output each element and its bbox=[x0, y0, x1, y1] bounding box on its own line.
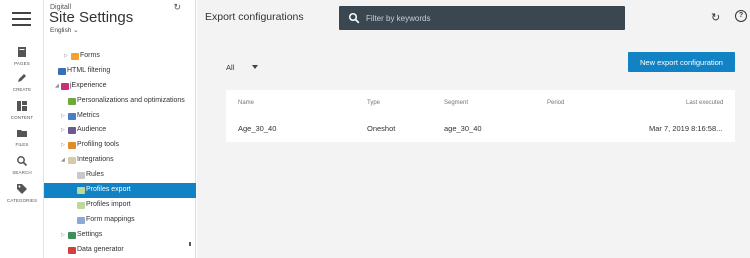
folder-icon bbox=[17, 130, 27, 137]
search-bar[interactable] bbox=[339, 6, 625, 30]
tag-icon bbox=[17, 184, 27, 194]
tree-item-html-filtering[interactable]: HTML filtering bbox=[44, 64, 196, 79]
tree-item-label: Profiling tools bbox=[77, 141, 120, 149]
html-filtering-icon bbox=[58, 67, 66, 75]
search-icon bbox=[348, 12, 360, 24]
expand-arrow-icon[interactable]: ▷ bbox=[61, 138, 65, 153]
new-export-configuration-button[interactable]: New export configuration bbox=[628, 52, 735, 72]
cell-segment: age_30_40 bbox=[444, 124, 482, 133]
column-header-last-executed[interactable]: Last executed bbox=[686, 100, 723, 106]
tree-item-label: Settings bbox=[77, 230, 103, 238]
search-icon bbox=[17, 156, 28, 167]
column-header-period[interactable]: Period bbox=[547, 100, 564, 106]
tree-item-profiles-import[interactable]: Profiles import bbox=[44, 198, 196, 213]
collapse-arrow-icon[interactable]: ◢ bbox=[55, 79, 59, 94]
tree-item-personalizations[interactable]: Personalizations and optimizations bbox=[44, 94, 196, 109]
rail-item-pages[interactable]: PAGES bbox=[0, 46, 44, 66]
form-mappings-icon bbox=[77, 216, 85, 224]
pencil-icon bbox=[18, 74, 26, 82]
tree-item-label: Form mappings bbox=[86, 215, 135, 223]
expand-arrow-icon[interactable]: ▷ bbox=[61, 109, 65, 124]
tree-item-label: Integrations bbox=[77, 156, 114, 164]
jexperience-icon bbox=[61, 82, 69, 90]
profiles-import-icon bbox=[77, 201, 85, 209]
rail-label: PAGES bbox=[14, 61, 30, 66]
rules-icon bbox=[77, 172, 85, 180]
integrations-icon bbox=[68, 157, 76, 165]
forms-icon bbox=[71, 53, 79, 60]
tree-item-label: jExperience bbox=[70, 81, 107, 89]
left-rail: PAGES CREATE CONTENT FILES SEARCH CATEGO… bbox=[0, 0, 44, 258]
refresh-icon[interactable]: ↻ bbox=[711, 11, 720, 24]
tree-item-forms[interactable]: ▷ Forms bbox=[44, 49, 196, 64]
column-header-type[interactable]: Type bbox=[367, 100, 380, 106]
caret-down-icon bbox=[252, 65, 258, 69]
rail-item-content[interactable]: CONTENT bbox=[0, 100, 44, 120]
tree-item-label: Profiles export bbox=[86, 186, 131, 194]
language-label: English bbox=[50, 27, 72, 34]
rail-label: CONTENT bbox=[10, 115, 34, 120]
tree-item-label: Personalizations and optimizations bbox=[77, 96, 185, 104]
page-header: Export configurations ↻ ? bbox=[197, 0, 750, 35]
site-settings-title: Site Settings bbox=[49, 9, 134, 26]
tree-item-label: Rules bbox=[86, 171, 104, 179]
rail-label: CATEGORIES bbox=[6, 198, 38, 203]
rail-label: CREATE bbox=[12, 87, 32, 92]
export-configurations-table: Name Type Segment Period Last executed A… bbox=[226, 90, 735, 142]
tree-refresh-icon[interactable]: ↻ bbox=[173, 2, 181, 13]
tree-item-label: HTML filtering bbox=[67, 66, 111, 74]
tree-item-profiles-export[interactable]: Profiles export bbox=[44, 183, 196, 198]
tree-item-settings[interactable]: ▷ Settings bbox=[44, 228, 196, 243]
filter-dropdown[interactable]: All bbox=[226, 63, 258, 72]
personalizations-icon bbox=[68, 97, 76, 105]
main-content: All New export configuration Name Type S… bbox=[197, 35, 750, 258]
content-grid-icon bbox=[17, 101, 27, 111]
tree-item-label: Profiles import bbox=[86, 200, 131, 208]
column-header-segment[interactable]: Segment bbox=[444, 100, 468, 106]
tree-item-form-mappings[interactable]: Form mappings bbox=[44, 213, 196, 228]
chevron-down-icon: ⌄ bbox=[73, 27, 79, 34]
site-tree-panel: Digitall Site Settings English ⌄ ↻ ▷ For… bbox=[44, 0, 196, 258]
expand-arrow-icon[interactable]: ▷ bbox=[61, 228, 65, 243]
cell-name: Age_30_40 bbox=[238, 124, 277, 133]
rail-item-search[interactable]: SEARCH bbox=[0, 155, 44, 175]
search-input[interactable] bbox=[366, 10, 616, 26]
hamburger-menu-icon[interactable] bbox=[12, 12, 31, 26]
rail-item-categories[interactable]: CATEGORIES bbox=[0, 183, 44, 203]
tree-item-jexperience[interactable]: ◢ jExperience bbox=[44, 79, 196, 94]
expand-arrow-icon[interactable]: ▷ bbox=[61, 123, 65, 138]
scrollbar-thumb[interactable] bbox=[189, 242, 191, 246]
tree-item-rules[interactable]: Rules bbox=[44, 168, 196, 183]
tree-item-metrics[interactable]: ▷ Metrics bbox=[44, 109, 196, 124]
metrics-icon bbox=[68, 112, 76, 120]
column-header-name[interactable]: Name bbox=[238, 100, 254, 106]
language-selector[interactable]: English ⌄ bbox=[50, 26, 79, 34]
rail-label: SEARCH bbox=[12, 170, 32, 175]
tree-item-profiling-tools[interactable]: ▷ Profiling tools bbox=[44, 138, 196, 153]
tree-item-label: Audience bbox=[77, 126, 107, 134]
collapse-arrow-icon[interactable]: ◢ bbox=[61, 153, 65, 168]
tree-item-label: Data generator bbox=[77, 245, 124, 253]
cell-type: Oneshot bbox=[367, 124, 396, 133]
profiles-export-icon bbox=[77, 187, 85, 195]
cell-last-executed: Mar 7, 2019 8:16:58... bbox=[649, 124, 723, 133]
pages-icon bbox=[18, 47, 26, 57]
profiling-tools-icon bbox=[68, 142, 76, 150]
rail-label: FILES bbox=[15, 142, 29, 147]
rail-item-create[interactable]: CREATE bbox=[0, 72, 44, 92]
tree-item-label: Metrics bbox=[77, 111, 100, 119]
settings-icon bbox=[68, 231, 76, 239]
filter-selected-value: All bbox=[226, 63, 235, 72]
tree-item-data-generator[interactable]: Data generator bbox=[44, 243, 196, 258]
rail-item-files[interactable]: FILES bbox=[0, 127, 44, 147]
tree-item-audience[interactable]: ▷ Audience bbox=[44, 123, 196, 138]
audience-icon bbox=[68, 127, 76, 135]
tree-item-integrations[interactable]: ◢ Integrations bbox=[44, 153, 196, 168]
help-icon[interactable]: ? bbox=[735, 10, 747, 22]
expand-arrow-icon[interactable]: ▷ bbox=[64, 49, 68, 64]
tree-item-label: Forms bbox=[80, 52, 100, 59]
page-title: Export configurations bbox=[205, 11, 304, 23]
settings-tree: ▷ Forms HTML filtering ◢ jExperience Per… bbox=[44, 49, 196, 257]
data-generator-icon bbox=[68, 246, 76, 254]
